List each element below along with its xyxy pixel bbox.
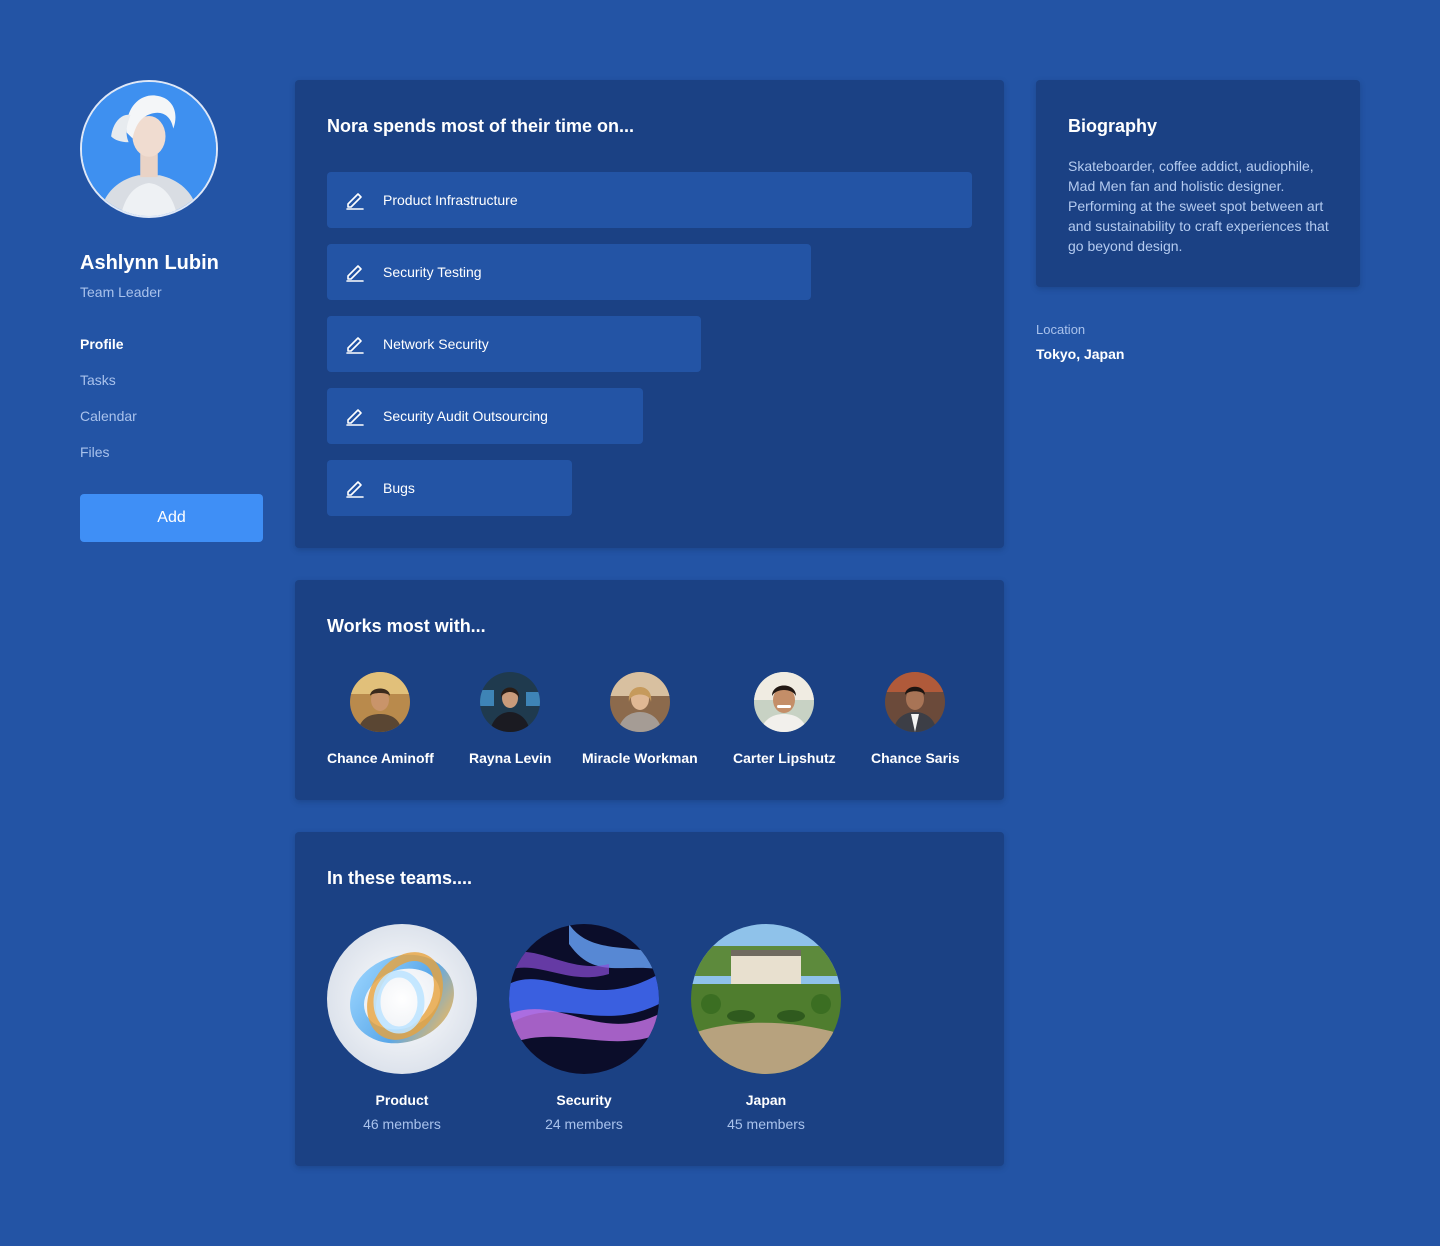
works-with-card: Works most with... Chance Aminoff Rayna … — [295, 580, 1004, 800]
person-carter-lipshutz[interactable]: Carter Lipshutz — [733, 672, 836, 766]
pen-icon — [346, 481, 364, 498]
time-bar[interactable]: Security Audit Outsourcing — [327, 388, 643, 444]
time-card: Nora spends most of their time on... Pro… — [295, 80, 1004, 548]
time-card-title: Nora spends most of their time on... — [327, 116, 635, 136]
avatar — [480, 672, 541, 732]
team-name: Product — [375, 1092, 429, 1108]
person-rayna-levin[interactable]: Rayna Levin — [469, 672, 551, 766]
teams-card: In these teams.... Product 46 members Se… — [295, 832, 1004, 1166]
person-miracle-workman[interactable]: Miracle Workman — [582, 672, 698, 766]
team-image — [327, 924, 477, 1074]
pen-icon — [346, 409, 364, 426]
avatar — [754, 672, 815, 732]
time-bar[interactable]: Bugs — [327, 460, 572, 516]
team-name: Japan — [745, 1092, 787, 1108]
pen-icon — [346, 193, 364, 210]
biography-text: Skateboarder, coffee addict, audiophile,… — [1068, 158, 1329, 254]
avatar — [885, 672, 946, 732]
team-image — [691, 924, 841, 1074]
location-label: Location — [1036, 322, 1086, 337]
time-bar[interactable]: Network Security — [327, 316, 701, 372]
team-product[interactable]: Product 46 members — [327, 924, 477, 1132]
user-name: Ashlynn Lubin — [80, 252, 219, 274]
user-role: Team Leader — [80, 284, 162, 300]
team-image — [509, 924, 659, 1074]
person-chance-aminoff[interactable]: Chance Aminoff — [327, 672, 434, 766]
nav-item-files[interactable]: Files — [80, 444, 137, 480]
biography-title: Biography — [1068, 116, 1158, 136]
time-bar[interactable]: Product Infrastructure — [327, 172, 972, 228]
pen-icon — [346, 265, 364, 282]
time-bar-label: Product Infrastructure — [383, 192, 518, 208]
team-japan[interactable]: Japan 45 members — [691, 924, 841, 1132]
team-member-count: 46 members — [363, 1116, 441, 1132]
works-with-title: Works most with... — [327, 616, 486, 636]
team-name: Security — [556, 1092, 612, 1108]
biography-card: Biography Skateboarder, coffee addict, a… — [1036, 80, 1360, 287]
person-name: Chance Aminoff — [327, 750, 434, 766]
time-bar-label: Security Audit Outsourcing — [383, 408, 548, 424]
time-bar-label: Network Security — [383, 336, 489, 352]
time-bar[interactable]: Security Testing — [327, 244, 811, 300]
team-member-count: 24 members — [545, 1116, 623, 1132]
teams-title: In these teams.... — [327, 868, 473, 888]
sidebar-nav: Profile Tasks Calendar Files — [80, 336, 137, 480]
location-value: Tokyo, Japan — [1036, 346, 1125, 362]
pen-icon — [346, 337, 364, 354]
profile-photo — [82, 82, 216, 216]
person-name: Miracle Workman — [582, 750, 698, 766]
avatar — [609, 672, 670, 732]
avatar — [350, 672, 411, 732]
nav-item-calendar[interactable]: Calendar — [80, 408, 137, 444]
person-name: Rayna Levin — [469, 750, 552, 766]
person-name: Chance Saris — [871, 750, 960, 766]
person-name: Carter Lipshutz — [733, 750, 836, 766]
person-chance-saris[interactable]: Chance Saris — [871, 672, 960, 766]
add-button[interactable]: Add — [80, 494, 263, 542]
avatar[interactable] — [80, 80, 218, 218]
time-bar-label: Security Testing — [383, 264, 482, 280]
team-security[interactable]: Security 24 members — [509, 924, 659, 1132]
nav-item-profile[interactable]: Profile — [80, 336, 137, 372]
team-member-count: 45 members — [727, 1116, 805, 1132]
time-bar-label: Bugs — [383, 480, 415, 496]
nav-item-tasks[interactable]: Tasks — [80, 372, 137, 408]
